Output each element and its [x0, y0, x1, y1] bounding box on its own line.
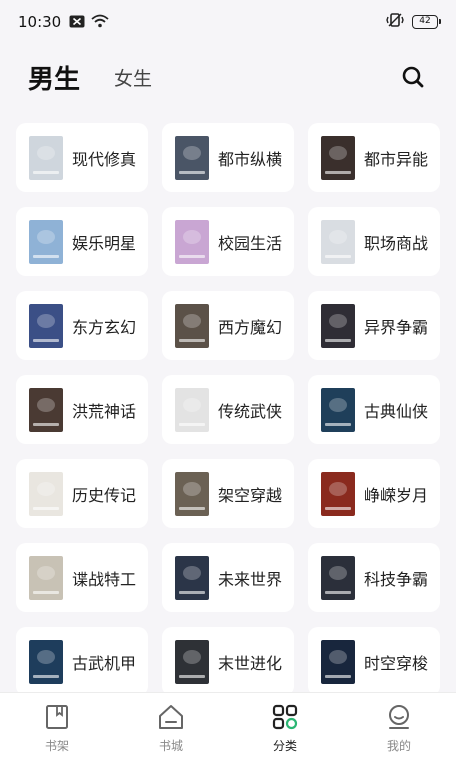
book-cover-image [29, 639, 63, 684]
nav-label-bookstore: 书城 [158, 739, 183, 753]
category-label: 峥嵘岁月 [364, 485, 429, 505]
book-cover-image [321, 219, 355, 264]
book-cover-image [175, 639, 209, 684]
category-card[interactable]: 峥嵘岁月 [308, 459, 440, 528]
book-cover-image [321, 303, 355, 348]
category-label: 现代修真 [72, 149, 137, 169]
book-cover-image [29, 471, 63, 516]
status-bar: 10:30 42 [0, 0, 456, 44]
book-cover-image [321, 471, 355, 516]
book-cover-image [321, 135, 355, 180]
category-card[interactable]: 末世进化 [162, 627, 294, 696]
book-cover-image [175, 471, 209, 516]
book-cover-image [29, 219, 63, 264]
bottom-nav: 书架 书城 分类 我的 [0, 692, 456, 760]
category-card[interactable]: 未来世界 [162, 543, 294, 612]
category-label: 异界争霸 [364, 317, 429, 337]
category-label: 未来世界 [218, 569, 283, 589]
category-card[interactable]: 谍战特工 [16, 543, 148, 612]
category-label: 职场商战 [364, 233, 429, 253]
category-card[interactable]: 职场商战 [308, 207, 440, 276]
category-card[interactable]: 古武机甲 [16, 627, 148, 696]
status-left-icons [69, 13, 109, 32]
search-button[interactable] [398, 62, 428, 92]
category-card[interactable]: 异界争霸 [308, 291, 440, 360]
book-cover-image [175, 387, 209, 432]
category-card[interactable]: 都市纵横 [162, 123, 294, 192]
category-card[interactable]: 时空穿梭 [308, 627, 440, 696]
category-label: 都市异能 [364, 149, 429, 169]
category-label: 古武机甲 [72, 653, 137, 673]
category-card[interactable]: 校园生活 [162, 207, 294, 276]
book-cover-image [29, 387, 63, 432]
message-close-icon [69, 13, 85, 32]
category-card[interactable]: 东方玄幻 [16, 291, 148, 360]
category-card[interactable]: 娱乐明星 [16, 207, 148, 276]
category-label: 架空穿越 [218, 485, 283, 505]
category-label: 末世进化 [218, 653, 283, 673]
book-cover-image [29, 303, 63, 348]
book-cover-image [321, 387, 355, 432]
category-card[interactable]: 西方魔幻 [162, 291, 294, 360]
home-icon [157, 703, 185, 731]
book-cover-image [321, 555, 355, 600]
vibrate-icon [386, 12, 404, 32]
book-cover-image [175, 219, 209, 264]
category-grid-icon [271, 703, 299, 731]
header: 男生 女生 [0, 52, 456, 102]
category-label: 娱乐明星 [72, 233, 137, 253]
category-label: 传统武侠 [218, 401, 283, 421]
book-cover-image [321, 639, 355, 684]
category-label: 西方魔幻 [218, 317, 283, 337]
nav-label-bookshelf: 书架 [44, 739, 69, 753]
nav-item-profile[interactable]: 我的 [342, 693, 456, 760]
nav-item-bookshelf[interactable]: 书架 [0, 693, 114, 760]
search-icon [402, 66, 424, 88]
nav-label-profile: 我的 [386, 739, 411, 753]
status-time: 10:30 [18, 13, 62, 31]
category-card[interactable]: 现代修真 [16, 123, 148, 192]
nav-label-category: 分类 [272, 739, 297, 753]
tab-female[interactable]: 女生 [114, 64, 152, 91]
nav-item-category[interactable]: 分类 [228, 693, 342, 760]
category-card[interactable]: 洪荒神话 [16, 375, 148, 444]
category-card[interactable]: 历史传记 [16, 459, 148, 528]
nav-item-bookstore[interactable]: 书城 [114, 693, 228, 760]
category-card[interactable]: 科技争霸 [308, 543, 440, 612]
category-label: 历史传记 [72, 485, 137, 505]
tab-male[interactable]: 男生 [28, 59, 80, 96]
category-label: 都市纵横 [218, 149, 283, 169]
book-cover-image [175, 303, 209, 348]
category-label: 时空穿梭 [364, 653, 429, 673]
category-label: 科技争霸 [364, 569, 429, 589]
category-grid: 现代修真 都市纵横 都市异能娱乐明星 校园生活 职场商战东方玄幻 西方魔幻 异界争霸洪荒神话… [16, 123, 440, 696]
category-label: 古典仙侠 [364, 401, 429, 421]
status-right: 42 [386, 12, 441, 32]
book-cover-image [175, 555, 209, 600]
wifi-icon [91, 13, 109, 32]
category-label: 谍战特工 [72, 569, 137, 589]
category-card[interactable]: 都市异能 [308, 123, 440, 192]
book-cover-image [29, 135, 63, 180]
category-card[interactable]: 架空穿越 [162, 459, 294, 528]
category-label: 校园生活 [218, 233, 283, 253]
category-label: 东方玄幻 [72, 317, 137, 337]
category-card[interactable]: 传统武侠 [162, 375, 294, 444]
book-cover-image [29, 555, 63, 600]
category-label: 洪荒神话 [72, 401, 137, 421]
profile-icon [385, 703, 413, 731]
category-card[interactable]: 古典仙侠 [308, 375, 440, 444]
bookshelf-icon [43, 703, 71, 731]
battery-icon: 42 [412, 15, 441, 29]
book-cover-image [175, 135, 209, 180]
